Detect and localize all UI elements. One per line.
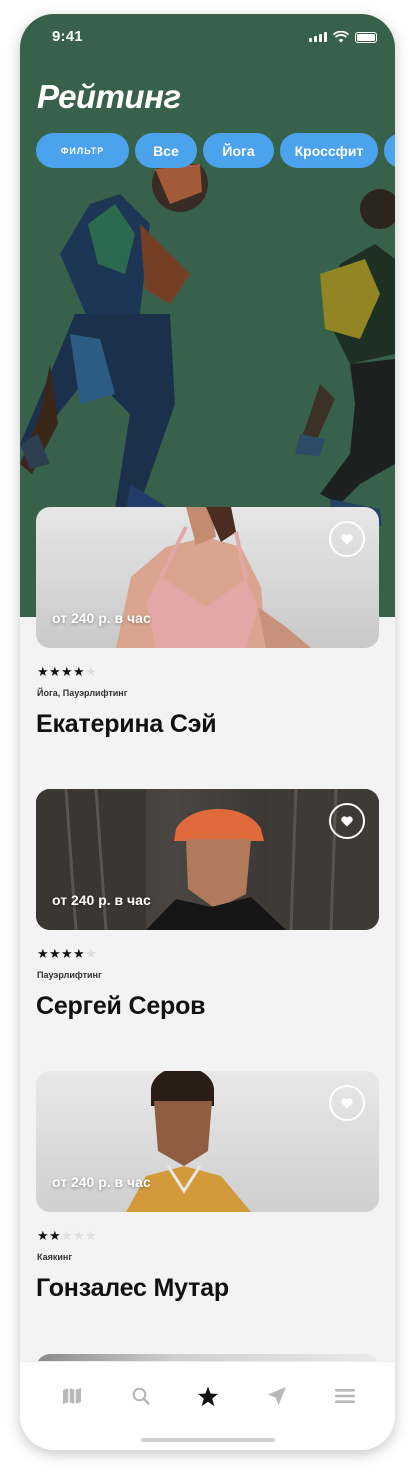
tab-map[interactable] [52,1382,92,1410]
signal-icon [309,32,327,42]
phone-screen: 9:41 Рейтинг Фильтр Все Йога Кроссфит [20,14,395,1450]
chip-more[interactable] [384,133,395,168]
filter-chips: Фильтр Все Йога Кроссфит [36,133,395,168]
chip-yoga[interactable]: Йога [203,133,274,168]
filter-button[interactable]: Фильтр [36,133,129,168]
trainer-name[interactable]: Гонзалес Мутар [36,1274,229,1303]
chip-all[interactable]: Все [135,133,197,168]
price-label: от 240 р. в час [52,892,151,908]
favorite-button[interactable] [329,803,365,839]
tab-messages[interactable] [257,1382,297,1410]
favorite-button[interactable] [329,1085,365,1121]
trainer-photo: от 240 р. в час [36,789,379,930]
wifi-icon [333,31,349,43]
heart-icon [341,533,353,544]
trainer-tags: Каякинг [37,1252,73,1262]
trainer-photo: от 240 р. в час [36,1071,379,1212]
status-icons [309,31,377,43]
home-indicator [141,1438,275,1442]
page-title: Рейтинг [37,78,181,115]
trainer-name[interactable]: Екатерина Сэй [36,710,217,739]
trainer-tags: Йога, Пауэрлифтинг [37,688,128,698]
search-icon [132,1387,150,1405]
runners-illustration [20,164,395,526]
tab-bar [20,1361,395,1450]
tab-search[interactable] [121,1382,161,1410]
star-icon [198,1386,218,1406]
trainer-photo: от 240 р. в час [36,507,379,648]
send-icon [268,1387,286,1405]
chip-crossfit[interactable]: Кроссфит [280,133,378,168]
heart-icon [341,815,353,826]
menu-icon [335,1389,355,1403]
trainer-tags: Пауэрлифтинг [37,970,102,980]
tab-menu[interactable] [325,1382,365,1410]
heart-icon [341,1097,353,1108]
tab-rating[interactable] [188,1382,228,1410]
trainer-name[interactable]: Сергей Серов [36,992,206,1021]
price-label: от 240 р. в час [52,610,151,626]
map-icon [63,1388,81,1404]
status-bar: 9:41 [20,14,395,60]
rating-stars: ★ ★ ★ ★ ★ [37,665,97,680]
rating-stars: ★ ★ ★ ★ ★ [37,947,97,962]
favorite-button[interactable] [329,521,365,557]
rating-stars: ★ ★ ★ ★ ★ [37,1229,97,1244]
battery-icon [355,31,377,43]
status-time: 9:41 [52,28,83,45]
price-label: от 240 р. в час [52,1174,151,1190]
